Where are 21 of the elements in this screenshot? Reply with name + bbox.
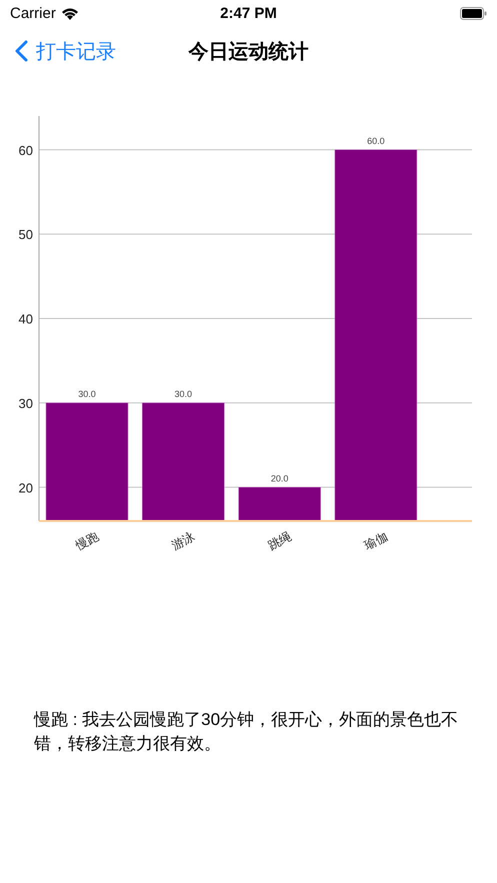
value-label: 20.0: [270, 473, 288, 484]
status-time: 2:47 PM: [220, 4, 277, 22]
y-tick-label: 40: [18, 312, 33, 326]
back-button[interactable]: 打卡记录: [0, 38, 116, 64]
y-tick-label: 50: [18, 227, 33, 242]
battery-icon: [460, 6, 487, 20]
nav-title: 今日运动统计: [188, 40, 308, 64]
category-label: 跳绳: [266, 529, 294, 553]
value-label: 30.0: [78, 388, 96, 399]
category-label: 游泳: [169, 529, 198, 553]
value-label: 60.0: [367, 136, 385, 146]
category-label: 慢跑: [73, 529, 101, 553]
y-tick-label: 20: [18, 480, 33, 496]
y-tick-label: 60: [18, 142, 33, 158]
back-chevron-icon: [14, 40, 28, 62]
carrier-name: Carrier: [10, 4, 56, 22]
category-label: 瑜伽: [362, 529, 390, 553]
note-paragraph: 慢跑 : 我去公园慢跑了30分钟，很开心，外面的景色也不错，转移注意力很有效。: [34, 709, 460, 755]
value-label: 30.0: [174, 388, 192, 399]
y-tick-label: 30: [18, 396, 33, 411]
wifi-icon: [60, 6, 79, 20]
